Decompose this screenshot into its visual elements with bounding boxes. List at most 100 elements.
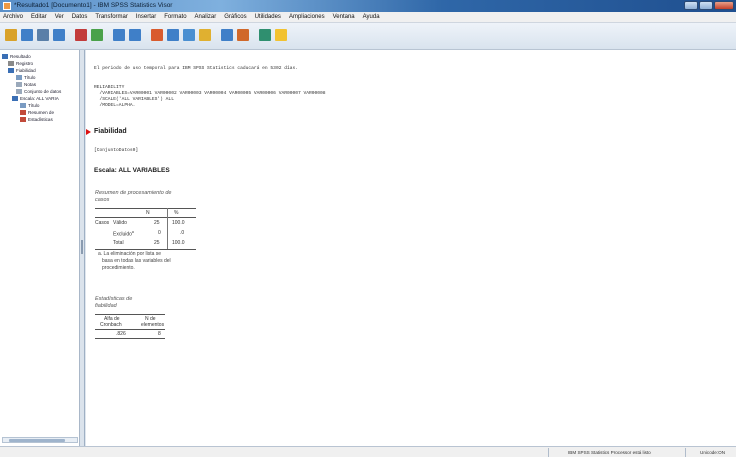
row-label: Válido [113,220,127,226]
cell-percent: 100.0 [172,220,185,226]
chart-icon [199,29,211,41]
menu-datos[interactable]: Datos [72,14,88,20]
processor-status: IBM SPSS Statistics Processor está listo [568,450,651,455]
maximize-button[interactable] [699,1,713,10]
output-content-pane: El periodo de uso temporal para IBM SPSS… [86,50,736,446]
menu-ampliaciones[interactable]: Ampliaciones [289,14,325,20]
table-rule [95,338,165,339]
print-button[interactable] [36,27,51,44]
menu-formato[interactable]: Formato [164,14,186,20]
tree-item-titulo[interactable]: Título [16,75,36,80]
menu-graficos[interactable]: Gráficos [224,14,246,20]
weight-icon [237,29,249,41]
tree-item-escala[interactable]: Escala: ALL VARIA [12,96,59,101]
cell-n: 25 [154,220,160,226]
menu-editar[interactable]: Editar [31,14,47,20]
pane-splitter[interactable] [80,50,85,446]
tree-item-registro[interactable]: Registro [8,61,33,66]
tree-item-estadisticas[interactable]: Estadísticas [20,117,53,122]
table-column-divider [167,208,168,250]
syntax-line: /VARIABLES=VAR00001 VAR00002 VAR00003 VA… [94,91,326,96]
splitter-grip[interactable] [81,240,83,254]
print-preview-button[interactable] [52,27,67,44]
outline-pane: Resultado Registro Fiabilidad Título Not… [0,50,80,446]
new-output-button[interactable] [274,27,289,44]
variables-icon [183,29,195,41]
table-footnote: procedimiento. [102,265,135,271]
log-icon [8,61,14,66]
spss-app-icon [3,2,11,10]
column-header: N [146,210,150,216]
undo-button[interactable] [112,27,127,44]
row-label-text: Excluido [113,231,132,238]
table-caption: fiabilidad [95,303,117,309]
tree-item-notas[interactable]: Notas [16,82,36,87]
tree-item-resultado[interactable]: Resultado [2,54,31,59]
new-output-icon [275,29,287,41]
select-cases-button[interactable] [220,27,235,44]
show-all-icon [259,29,271,41]
save-button[interactable] [20,27,35,44]
menu-ventana[interactable]: Ventana [333,14,355,20]
item-count-value: 8 [158,331,161,337]
dataset-label: [ConjuntoDatos0] [94,148,139,153]
row-group-label: Casos [95,220,110,226]
tree-item-titulo-escala[interactable]: Título [20,103,40,108]
section-title[interactable]: Fiabilidad [94,128,127,135]
show-all-button[interactable] [258,27,273,44]
goto-data-icon [151,29,163,41]
selected-item-arrow-icon [86,129,91,135]
close-button[interactable] [714,1,734,10]
select-cases-icon [221,29,233,41]
window-title: *Resultado1 [Documento1] - IBM SPSS Stat… [14,2,173,9]
row-label: Excluidoa [113,230,134,238]
print-icon [37,29,49,41]
menu-ver[interactable]: Ver [55,14,64,20]
status-bar: IBM SPSS Statistics Processor está listo… [0,446,736,457]
chart-button[interactable] [198,27,213,44]
menu-bar: Archivo Editar Ver Datos Transformar Ins… [0,12,736,23]
tree-item-fiabilidad[interactable]: Fiabilidad [8,68,36,73]
export-button[interactable] [74,27,89,44]
syntax-line: RELIABILITY [94,85,125,90]
window-controls [684,1,734,10]
recall-dialog-button[interactable] [90,27,105,44]
outline-horizontal-scrollbar[interactable] [2,437,78,443]
menu-insertar[interactable]: Insertar [136,14,156,20]
print-preview-icon [53,29,65,41]
cell-percent: .0 [180,230,185,236]
minimize-button[interactable] [684,1,698,10]
save-icon [21,29,33,41]
table-footnote: basa en todas las variables del [102,258,171,264]
notes-icon [16,82,22,87]
goto-data-button[interactable] [150,27,165,44]
undo-icon [113,29,125,41]
goto-case-button[interactable] [166,27,181,44]
weight-button[interactable] [236,27,251,44]
table-rule [95,329,165,330]
scrollbar-thumb[interactable] [9,439,65,442]
unicode-status: Unicode:ON [700,450,726,455]
tree-item-resumen[interactable]: Resumen de [20,110,54,115]
row-label: Total [113,240,124,246]
column-header: % [174,210,179,216]
dataset-icon [16,89,22,94]
scale-title[interactable]: Escala: ALL VARIABLES [94,167,170,174]
menu-transformar[interactable]: Transformar [95,14,127,20]
variables-button[interactable] [182,27,197,44]
redo-button[interactable] [128,27,143,44]
title-icon [20,103,26,108]
open-button[interactable] [4,27,19,44]
procedure-book-icon [8,68,14,73]
tree-item-conjunto-datos[interactable]: Conjunto de datos [16,89,61,94]
table-rule [95,249,196,250]
menu-ayuda[interactable]: Ayuda [363,14,380,20]
menu-utilidades[interactable]: Utilidades [255,14,281,20]
license-timer-text: El periodo de uso temporal para IBM SPSS… [94,66,298,71]
table-rule [95,217,196,218]
column-header: elementos [141,322,165,328]
table-rule [95,208,196,209]
menu-archivo[interactable]: Archivo [3,14,23,20]
table-icon [20,117,26,122]
menu-analizar[interactable]: Analizar [195,14,217,20]
